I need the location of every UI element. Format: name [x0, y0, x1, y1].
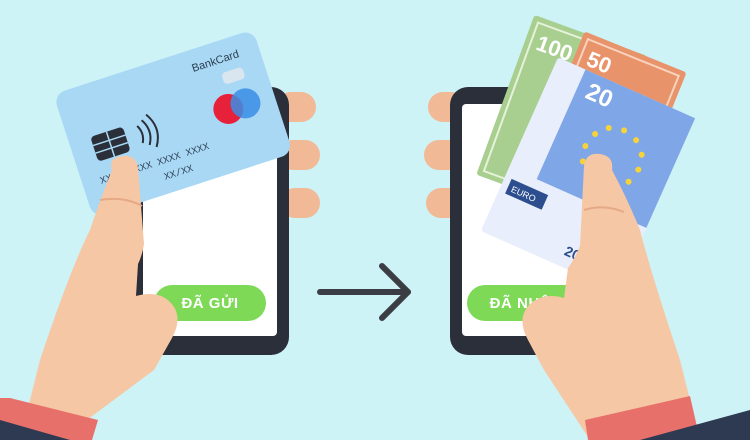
money-transfer-illustration: ĐÃ GỬI BankCard XXXX XXXX XXXX XXXX XX/X…: [0, 0, 750, 440]
sent-button-label: ĐÃ GỬI: [181, 294, 238, 312]
